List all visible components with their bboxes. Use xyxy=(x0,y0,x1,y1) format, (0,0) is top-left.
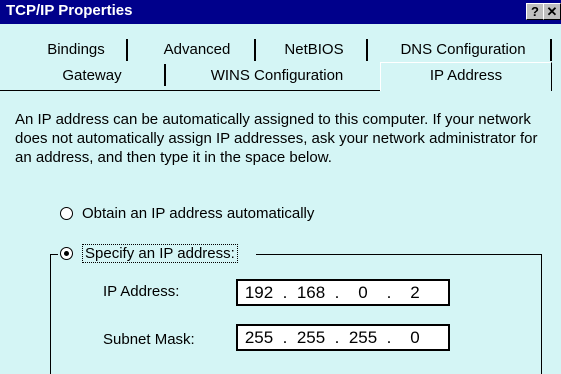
ip-octet[interactable]: 168 xyxy=(290,283,332,303)
obtain-ip-auto-label: Obtain an IP address automatically xyxy=(82,205,315,222)
tab-separator xyxy=(164,64,166,86)
ip-dot: . xyxy=(282,282,288,302)
obtain-ip-auto-option[interactable]: Obtain an IP address automatically xyxy=(60,205,314,222)
tab-separator xyxy=(366,39,368,61)
specify-ip-radio[interactable] xyxy=(60,247,73,260)
groupbox-right-border xyxy=(541,254,542,374)
close-button[interactable]: ✕ xyxy=(543,3,561,20)
specify-ip-option[interactable]: Specify an IP address: xyxy=(60,244,238,263)
tab-separator xyxy=(550,39,552,61)
specify-ip-label: Specify an IP address: xyxy=(82,244,238,263)
subnet-octet[interactable]: 0 xyxy=(394,328,436,348)
tab-ip-address[interactable]: IP Address xyxy=(386,67,546,84)
subnet-mask-field[interactable]: 255. 255. 255. 0 xyxy=(236,324,450,351)
tab-separator xyxy=(126,39,128,61)
tab-dns-configuration[interactable]: DNS Configuration xyxy=(383,41,543,58)
window-title: TCP/IP Properties xyxy=(6,2,133,19)
ip-address-field[interactable]: 192. 168. 0. 2 xyxy=(236,279,450,306)
subnet-octet[interactable]: 255 xyxy=(342,328,384,348)
title-bar: TCP/IP Properties ? ✕ xyxy=(0,0,561,24)
tab-netbios[interactable]: NetBIOS xyxy=(270,41,358,58)
ip-dot: . xyxy=(334,282,340,302)
help-button[interactable]: ? xyxy=(526,3,544,20)
subnet-dot: . xyxy=(334,327,340,347)
subnet-mask-label: Subnet Mask: xyxy=(103,331,195,348)
ip-octet[interactable]: 192 xyxy=(238,283,280,303)
subnet-dot: . xyxy=(386,327,392,347)
tab-baseline xyxy=(0,90,380,91)
ip-description: An IP address can be automatically assig… xyxy=(15,111,538,166)
tab-bindings[interactable]: Bindings xyxy=(28,41,124,58)
groupbox-top-border xyxy=(50,254,58,255)
subnet-dot: . xyxy=(282,327,288,347)
groupbox-left-border xyxy=(50,254,51,374)
obtain-ip-auto-radio[interactable] xyxy=(60,207,73,220)
subnet-octet[interactable]: 255 xyxy=(238,328,280,348)
tab-wins-configuration[interactable]: WINS Configuration xyxy=(196,67,358,84)
subnet-octet[interactable]: 255 xyxy=(290,328,332,348)
tab-advanced[interactable]: Advanced xyxy=(152,41,242,58)
tab-gateway[interactable]: Gateway xyxy=(46,67,138,84)
ip-address-label: IP Address: xyxy=(103,283,180,300)
ip-dot: . xyxy=(386,282,392,302)
ip-octet[interactable]: 0 xyxy=(342,283,384,303)
tab-separator xyxy=(254,39,256,61)
groupbox-top-border xyxy=(256,254,541,255)
ip-octet[interactable]: 2 xyxy=(394,283,436,303)
